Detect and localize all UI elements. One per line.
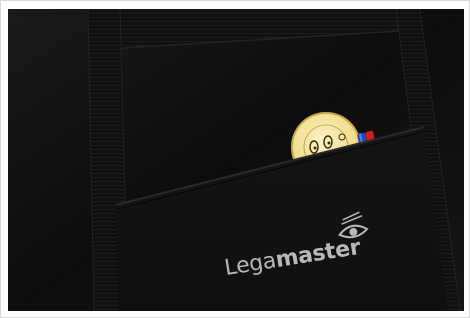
brand-prefix: Lega [222, 248, 278, 282]
brand-suffix: master [273, 234, 363, 274]
image-frame: Legamaster [0, 0, 470, 318]
product-photo: Legamaster [8, 9, 464, 311]
